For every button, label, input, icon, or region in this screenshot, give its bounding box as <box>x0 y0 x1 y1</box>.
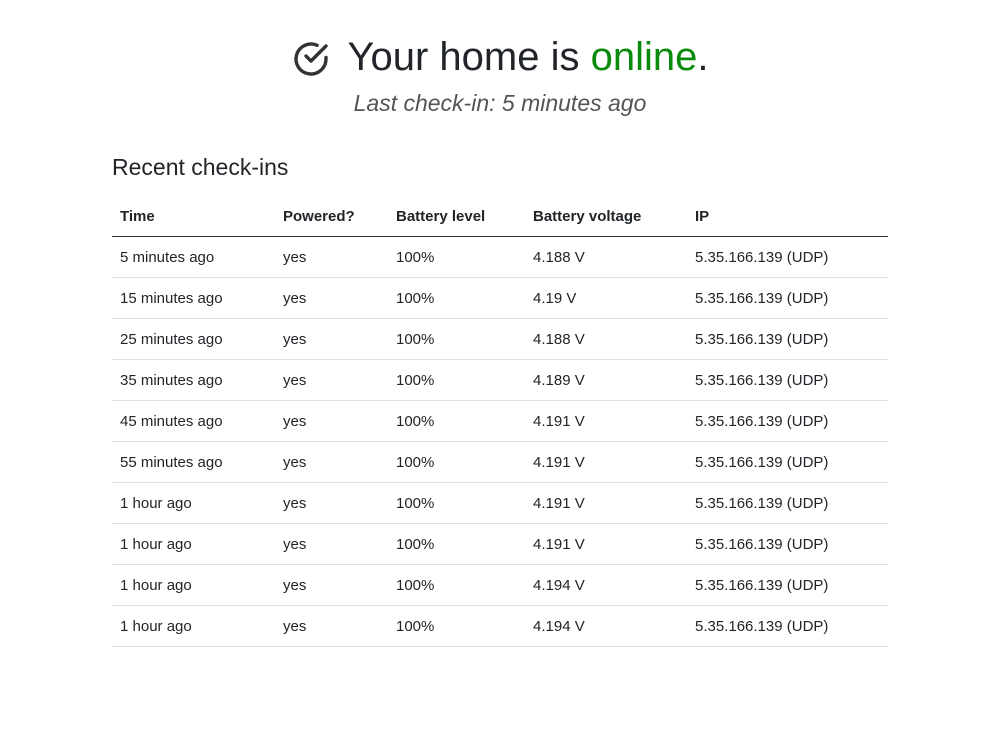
status-headline: Your home is online. <box>0 28 1000 86</box>
cell-ip: 5.35.166.139 (UDP) <box>687 564 888 606</box>
cell-powered: yes <box>275 564 388 606</box>
cell-ip: 5.35.166.139 (UDP) <box>687 277 888 319</box>
table-row: 1 hour ago yes 100% 4.194 V 5.35.166.139… <box>112 564 888 606</box>
column-header-battery-level: Battery level <box>388 196 525 237</box>
table-row: 25 minutes ago yes 100% 4.188 V 5.35.166… <box>112 318 888 360</box>
cell-ip: 5.35.166.139 (UDP) <box>687 400 888 442</box>
cell-powered: yes <box>275 523 388 565</box>
cell-powered: yes <box>275 482 388 524</box>
status-prefix: Your home is <box>347 35 580 79</box>
last-checkin-subtitle: Last check-in: 5 minutes ago <box>353 90 647 116</box>
status-text: Your home is online. <box>347 28 708 86</box>
cell-battery-level: 100% <box>388 482 525 524</box>
cell-battery-level: 100% <box>388 605 525 647</box>
table-row: 1 hour ago yes 100% 4.194 V 5.35.166.139… <box>112 605 888 647</box>
cell-powered: yes <box>275 277 388 319</box>
status-hero: Your home is online. Last check-in: 5 mi… <box>0 28 1000 118</box>
cell-battery-level: 100% <box>388 236 525 278</box>
cell-battery-voltage: 4.194 V <box>525 564 687 606</box>
cell-ip: 5.35.166.139 (UDP) <box>687 359 888 401</box>
table-row: 55 minutes ago yes 100% 4.191 V 5.35.166… <box>112 441 888 483</box>
cell-time: 1 hour ago <box>112 605 275 647</box>
checkins-table: Time Powered? Battery level Battery volt… <box>112 196 888 647</box>
table-row: 1 hour ago yes 100% 4.191 V 5.35.166.139… <box>112 482 888 524</box>
cell-ip: 5.35.166.139 (UDP) <box>687 482 888 524</box>
cell-ip: 5.35.166.139 (UDP) <box>687 605 888 647</box>
column-header-powered: Powered? <box>275 196 388 237</box>
table-row: 1 hour ago yes 100% 4.191 V 5.35.166.139… <box>112 523 888 565</box>
cell-time: 15 minutes ago <box>112 277 275 319</box>
cell-battery-voltage: 4.191 V <box>525 523 687 565</box>
table-header-row: Time Powered? Battery level Battery volt… <box>112 196 888 237</box>
cell-battery-level: 100% <box>388 359 525 401</box>
cell-ip: 5.35.166.139 (UDP) <box>687 441 888 483</box>
table-row: 15 minutes ago yes 100% 4.19 V 5.35.166.… <box>112 277 888 319</box>
cell-time: 35 minutes ago <box>112 359 275 401</box>
column-header-time: Time <box>112 196 275 237</box>
cell-time: 1 hour ago <box>112 482 275 524</box>
cell-battery-level: 100% <box>388 523 525 565</box>
cell-time: 45 minutes ago <box>112 400 275 442</box>
cell-powered: yes <box>275 318 388 360</box>
cell-battery-level: 100% <box>388 277 525 319</box>
cell-powered: yes <box>275 441 388 483</box>
cell-time: 25 minutes ago <box>112 318 275 360</box>
cell-battery-voltage: 4.194 V <box>525 605 687 647</box>
status-suffix: . <box>697 35 709 79</box>
cell-time: 5 minutes ago <box>112 236 275 278</box>
cell-time: 1 hour ago <box>112 523 275 565</box>
cell-battery-level: 100% <box>388 441 525 483</box>
cell-battery-level: 100% <box>388 318 525 360</box>
cell-powered: yes <box>275 236 388 278</box>
cell-battery-voltage: 4.188 V <box>525 236 687 278</box>
cell-ip: 5.35.166.139 (UDP) <box>687 236 888 278</box>
recent-checkins-section: Recent check-ins Time Powered? Battery l… <box>112 152 888 647</box>
cell-battery-voltage: 4.191 V <box>525 482 687 524</box>
cell-powered: yes <box>275 605 388 647</box>
cell-battery-level: 100% <box>388 564 525 606</box>
column-header-ip: IP <box>687 196 888 237</box>
cell-powered: yes <box>275 359 388 401</box>
cell-ip: 5.35.166.139 (UDP) <box>687 523 888 565</box>
table-row: 45 minutes ago yes 100% 4.191 V 5.35.166… <box>112 400 888 442</box>
status-word: online <box>590 35 698 79</box>
table-row: 35 minutes ago yes 100% 4.189 V 5.35.166… <box>112 359 888 401</box>
status-page: Your home is online. Last check-in: 5 mi… <box>0 0 1000 750</box>
cell-powered: yes <box>275 400 388 442</box>
cell-time: 55 minutes ago <box>112 441 275 483</box>
table-row: 5 minutes ago yes 100% 4.188 V 5.35.166.… <box>112 236 888 278</box>
cell-ip: 5.35.166.139 (UDP) <box>687 318 888 360</box>
cell-battery-voltage: 4.191 V <box>525 441 687 483</box>
cell-time: 1 hour ago <box>112 564 275 606</box>
cell-battery-voltage: 4.189 V <box>525 359 687 401</box>
cell-battery-voltage: 4.191 V <box>525 400 687 442</box>
cell-battery-voltage: 4.188 V <box>525 318 687 360</box>
cell-battery-voltage: 4.19 V <box>525 277 687 319</box>
section-title: Recent check-ins <box>112 154 289 180</box>
check-circle-icon <box>291 37 331 77</box>
cell-battery-level: 100% <box>388 400 525 442</box>
column-header-battery-voltage: Battery voltage <box>525 196 687 237</box>
